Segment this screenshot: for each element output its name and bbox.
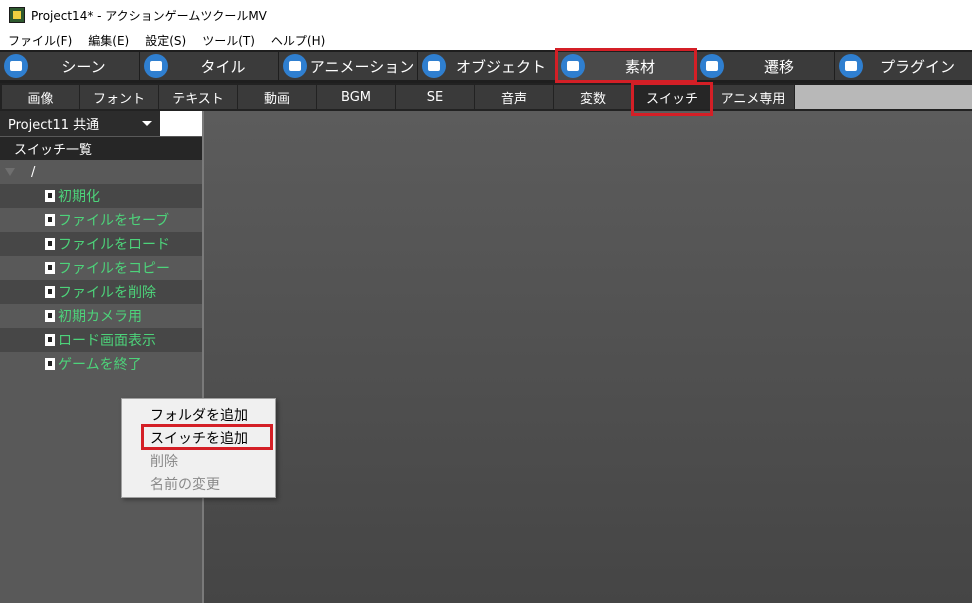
transition-icon <box>700 54 724 78</box>
switch-icon <box>45 334 55 346</box>
switch-icon <box>45 238 55 250</box>
menu-file[interactable]: ファイル(F) <box>8 32 72 49</box>
dropdown-arrow-icon <box>142 121 152 126</box>
subtab-anime-only[interactable]: アニメ専用 <box>712 85 794 109</box>
switch-label: ロード画面表示 <box>58 333 156 349</box>
switch-label: 初期化 <box>58 189 100 205</box>
sub-tab-empty-area <box>795 85 972 109</box>
menu-tools[interactable]: ツール(T) <box>202 32 255 49</box>
subtab-movie[interactable]: 動画 <box>238 85 316 109</box>
list-item[interactable]: ファイルを削除 <box>0 280 203 304</box>
tab-tile-label: タイル <box>200 57 246 76</box>
app-icon <box>9 7 25 23</box>
tab-object-label: オブジェクト <box>455 57 546 76</box>
menu-bar: ファイル(F) 編集(E) 設定(S) ツール(T) ヘルプ(H) <box>0 30 972 50</box>
object-icon <box>422 54 446 78</box>
tab-scene[interactable]: シーン <box>0 52 139 80</box>
menu-add-folder[interactable]: フォルダを追加 <box>150 405 248 425</box>
list-item[interactable]: ファイルをロード <box>0 232 203 256</box>
switch-icon <box>45 358 55 370</box>
switch-label: ファイルをロード <box>58 237 170 253</box>
tab-plugin[interactable]: プラグイン <box>835 52 972 80</box>
switch-list-header: スイッチ一覧 <box>0 137 203 160</box>
list-item[interactable]: 初期化 <box>0 184 203 208</box>
title-bar: Project14* - アクションゲームツクールMV <box>0 0 972 30</box>
project-select[interactable]: Project11 共通 <box>0 111 160 136</box>
switch-icon <box>45 190 55 202</box>
switch-list: 初期化 ファイルをセーブ ファイルをロード ファイルをコピー ファイルを削除 初… <box>0 184 203 376</box>
tab-object[interactable]: オブジェクト <box>418 52 556 80</box>
list-item[interactable]: ロード画面表示 <box>0 328 203 352</box>
list-item[interactable]: ファイルをコピー <box>0 256 203 280</box>
editor-area <box>204 111 972 603</box>
tab-animation-label: アニメーション <box>309 57 415 76</box>
subtab-font[interactable]: フォント <box>80 85 158 109</box>
window-title: Project14* - アクションゲームツクールMV <box>31 8 267 23</box>
tab-transition-label: 遷移 <box>763 57 794 76</box>
subtab-switch[interactable]: スイッチ <box>633 85 711 109</box>
subtab-text[interactable]: テキスト <box>159 85 237 109</box>
subtab-bgm[interactable]: BGM <box>317 85 395 109</box>
list-item[interactable]: ゲームを終了 <box>0 352 203 376</box>
tab-animation[interactable]: アニメーション <box>279 52 417 80</box>
sub-tab-bar: 画像 フォント テキスト 動画 BGM SE 音声 変数 スイッチ アニメ専用 <box>0 83 972 111</box>
switch-label: ファイルをセーブ <box>58 213 170 229</box>
menu-rename: 名前の変更 <box>150 477 220 493</box>
material-icon <box>561 54 585 78</box>
plugin-icon <box>839 54 863 78</box>
switch-icon <box>45 262 55 274</box>
tab-material-label: 素材 <box>624 57 655 76</box>
tab-plugin-label: プラグイン <box>879 57 955 76</box>
animation-icon <box>283 54 307 78</box>
tab-scene-label: シーン <box>61 57 106 76</box>
expand-triangle-icon[interactable] <box>5 168 15 176</box>
switch-icon <box>45 214 55 226</box>
scene-icon <box>4 54 28 78</box>
list-item[interactable]: 初期カメラ用 <box>0 304 203 328</box>
project-select-value: Project11 共通 <box>8 118 100 133</box>
tab-tile[interactable]: タイル <box>140 52 278 80</box>
tile-icon <box>144 54 168 78</box>
switch-label: 初期カメラ用 <box>58 309 142 325</box>
menu-edit[interactable]: 編集(E) <box>88 32 129 49</box>
menu-help[interactable]: ヘルプ(H) <box>271 32 325 49</box>
switch-icon <box>45 310 55 322</box>
menu-add-switch[interactable]: スイッチを追加 <box>150 428 248 448</box>
switch-label: ファイルを削除 <box>58 285 156 301</box>
subtab-voice[interactable]: 音声 <box>475 85 553 109</box>
switch-icon <box>45 286 55 298</box>
subtab-image[interactable]: 画像 <box>2 85 79 109</box>
tab-material[interactable]: 素材 <box>557 52 695 80</box>
list-item[interactable]: ファイルをセーブ <box>0 208 203 232</box>
main-tab-bar: シーン タイル アニメーション オブジェクト 素材 遷移 プラグイン <box>0 50 972 83</box>
switch-list-panel: Project11 共通 スイッチ一覧 / 初期化 ファイルをセーブ ファイルを… <box>0 111 203 603</box>
subtab-se[interactable]: SE <box>396 85 474 109</box>
subtab-variable[interactable]: 変数 <box>554 85 632 109</box>
context-menu: フォルダを追加 スイッチを追加 削除 名前の変更 <box>121 398 276 498</box>
menu-settings[interactable]: 設定(S) <box>145 32 186 49</box>
tab-transition[interactable]: 遷移 <box>696 52 834 80</box>
root-folder-label: / <box>31 164 36 180</box>
root-folder[interactable]: / <box>0 160 203 184</box>
switch-label: ゲームを終了 <box>58 357 142 373</box>
switch-label: ファイルをコピー <box>58 261 170 277</box>
project-select-blank <box>160 111 203 136</box>
menu-delete: 削除 <box>150 454 178 470</box>
